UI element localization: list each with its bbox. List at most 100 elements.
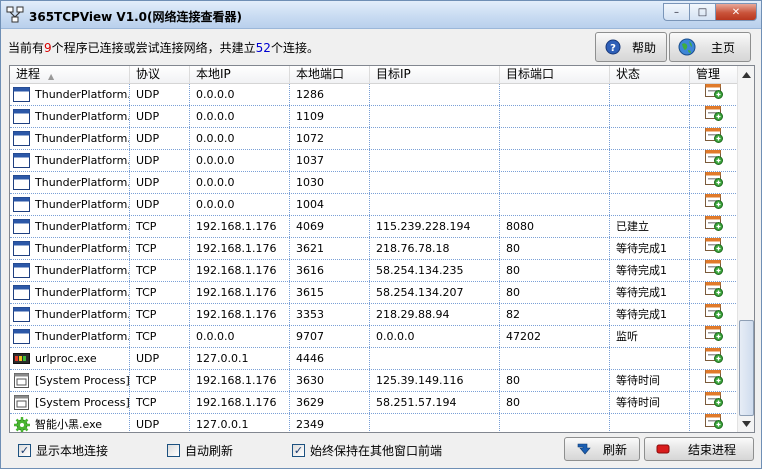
window-icon	[13, 175, 30, 191]
cell-local-port: 3630	[290, 370, 370, 391]
table-row[interactable]: ThunderPlatform... TCP 192.168.1.176 3353 21…	[10, 304, 738, 326]
refresh-icon	[575, 441, 591, 457]
table-row[interactable]: ThunderPlatform... TCP 192.168.1.176 3616 58…	[10, 260, 738, 282]
table-row[interactable]: [System Process] TCP 192.168.1.176 3629 58.2…	[10, 392, 738, 414]
column-header-protocol[interactable]: 协议	[130, 66, 190, 84]
minimize-button[interactable]: –	[663, 3, 689, 21]
program-count: 9	[44, 41, 52, 55]
table-row[interactable]: ThunderPlatform... UDP 0.0.0.0 1037	[10, 150, 738, 172]
cell-state: 监听	[610, 326, 690, 347]
manage-process-icon[interactable]	[705, 282, 723, 303]
cell-process: ThunderPlatform...	[10, 260, 130, 281]
cell-process: ThunderPlatform...	[10, 84, 130, 105]
app-network-icon	[6, 6, 24, 24]
cell-remote-ip	[370, 150, 500, 171]
cell-remote-ip	[370, 106, 500, 127]
refresh-button[interactable]: 刷新	[564, 437, 640, 461]
auto-refresh-checkbox[interactable]: 自动刷新	[167, 442, 233, 459]
cell-state	[610, 172, 690, 193]
column-header-local-port[interactable]: 本地端口	[290, 66, 370, 84]
show-local-checkbox[interactable]: ✓ 显示本地连接	[18, 442, 108, 459]
end-process-button[interactable]: 结束进程	[644, 437, 754, 461]
manage-process-icon[interactable]	[705, 128, 723, 149]
process-name: 智能小黑.exe	[35, 418, 103, 431]
scroll-thumb[interactable]	[739, 320, 754, 416]
manage-process-icon[interactable]	[705, 348, 723, 369]
checkbox-auto-refresh-box[interactable]	[167, 444, 180, 457]
system-process-icon	[13, 373, 30, 389]
column-header-remote-ip[interactable]: 目标IP	[370, 66, 500, 84]
cell-local-ip: 192.168.1.176	[190, 282, 290, 303]
always-on-top-checkbox[interactable]: ✓ 始终保持在其他窗口前端	[292, 442, 442, 459]
cell-protocol: TCP	[130, 282, 190, 303]
manage-process-icon[interactable]	[705, 106, 723, 127]
table-row[interactable]: ThunderPlatform... UDP 0.0.0.0 1004	[10, 194, 738, 216]
sort-ascending-icon: ▲	[48, 72, 55, 81]
manage-process-icon[interactable]	[705, 414, 723, 432]
table-row[interactable]: 智能小黑.exe UDP 127.0.0.1 2349	[10, 414, 738, 432]
manage-process-icon[interactable]	[705, 84, 723, 105]
cell-local-ip: 0.0.0.0	[190, 172, 290, 193]
close-button[interactable]: ✕	[715, 3, 757, 21]
scroll-down-button[interactable]	[739, 415, 754, 432]
help-label: 帮助	[631, 40, 656, 55]
table-row[interactable]: ThunderPlatform... TCP 192.168.1.176 4069 11…	[10, 216, 738, 238]
table-row[interactable]: ThunderPlatform... TCP 192.168.1.176 3615 58…	[10, 282, 738, 304]
cell-process: [System Process]	[10, 392, 130, 413]
table-row[interactable]: ThunderPlatform... TCP 0.0.0.0 9707 0.0.0.0 4…	[10, 326, 738, 348]
manage-process-icon[interactable]	[705, 238, 723, 259]
manage-process-icon[interactable]	[705, 150, 723, 171]
cell-remote-port: 80	[500, 392, 610, 413]
column-header-state[interactable]: 状态	[610, 66, 690, 84]
help-button[interactable]: ? 帮助	[595, 32, 667, 62]
manage-process-icon[interactable]	[705, 194, 723, 215]
cell-state	[610, 106, 690, 127]
home-button[interactable]: 主页	[669, 32, 751, 62]
checkbox-show-local-box[interactable]: ✓	[18, 444, 31, 457]
cell-protocol: TCP	[130, 392, 190, 413]
cell-local-ip: 192.168.1.176	[190, 370, 290, 391]
process-name: [System Process]	[35, 374, 130, 387]
table-row[interactable]: urlproc.exe UDP 127.0.0.1 4446	[10, 348, 738, 370]
window-icon	[13, 87, 30, 103]
checkbox-always-on-top-box[interactable]: ✓	[292, 444, 305, 457]
manage-process-icon[interactable]	[705, 172, 723, 193]
auto-refresh-label: 自动刷新	[185, 444, 234, 458]
process-name: ThunderPlatform...	[35, 286, 130, 299]
table-row[interactable]: ThunderPlatform... UDP 0.0.0.0 1286	[10, 84, 738, 106]
table-row[interactable]: ThunderPlatform... UDP 0.0.0.0 1072	[10, 128, 738, 150]
manage-process-icon[interactable]	[705, 370, 723, 391]
cell-process: ThunderPlatform...	[10, 106, 130, 127]
manage-process-icon[interactable]	[705, 304, 723, 325]
window-icon	[13, 241, 30, 257]
column-header-remote-port[interactable]: 目标端口	[500, 66, 610, 84]
cell-local-ip: 192.168.1.176	[190, 304, 290, 325]
title-bar[interactable]: 365TCPView V1.0(网络连接查看器) – □ ✕	[1, 1, 761, 29]
column-header-process[interactable]: 进程 ▲	[10, 66, 130, 84]
table-row[interactable]: ThunderPlatform... TCP 192.168.1.176 3621 21…	[10, 238, 738, 260]
table-row[interactable]: ThunderPlatform... UDP 0.0.0.0 1109	[10, 106, 738, 128]
maximize-button[interactable]: □	[689, 3, 715, 21]
column-header-local-ip[interactable]: 本地IP	[190, 66, 290, 84]
cell-protocol: UDP	[130, 128, 190, 149]
cell-remote-ip: 58.251.57.194	[370, 392, 500, 413]
scroll-up-button[interactable]	[739, 66, 754, 83]
system-process-icon	[13, 395, 30, 411]
cell-remote-ip	[370, 172, 500, 193]
summary-prefix: 当前有	[8, 41, 45, 55]
cell-local-ip: 0.0.0.0	[190, 326, 290, 347]
manage-process-icon[interactable]	[705, 326, 723, 347]
cell-process: ThunderPlatform...	[10, 304, 130, 325]
cell-manage	[690, 370, 738, 391]
connections-table[interactable]: 进程 ▲ 协议 本地IP 本地端口 目标IP 目标端口 状态 管理 Thunder…	[9, 65, 755, 433]
manage-process-icon[interactable]	[705, 216, 723, 237]
manage-process-icon[interactable]	[705, 392, 723, 413]
urlproc-icon	[13, 351, 30, 367]
column-header-manage[interactable]: 管理	[690, 66, 738, 84]
cell-process: ThunderPlatform...	[10, 172, 130, 193]
cell-process: 智能小黑.exe	[10, 414, 130, 432]
vertical-scrollbar[interactable]	[737, 66, 754, 432]
manage-process-icon[interactable]	[705, 260, 723, 281]
table-row[interactable]: ThunderPlatform... UDP 0.0.0.0 1030	[10, 172, 738, 194]
table-row[interactable]: [System Process] TCP 192.168.1.176 3630 125.…	[10, 370, 738, 392]
